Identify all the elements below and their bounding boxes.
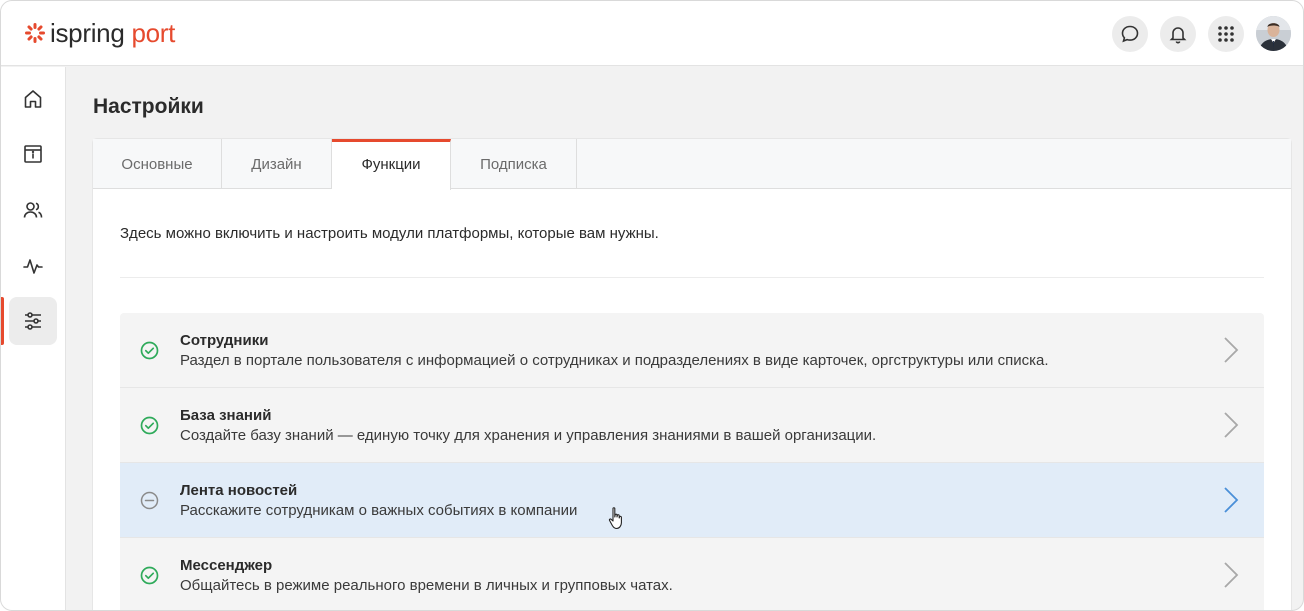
tab-label: Основные [121,155,193,173]
module-description: Раздел в портале пользователя с информац… [180,352,1049,369]
check-circle-icon [140,566,159,585]
chevron-right-icon [1224,337,1239,363]
notifications-button[interactable] [1160,16,1196,52]
ispring-flower-icon [25,23,45,43]
module-row-news-feed[interactable]: Лента новостей Расскажите сотрудникам о … [120,463,1264,538]
active-nav-indicator [1,297,4,345]
tab-features[interactable]: Функции [332,139,451,190]
apps-button[interactable] [1208,16,1244,52]
module-title: Мессенджер [180,557,273,574]
module-title: Сотрудники [180,332,269,349]
divider [120,277,1264,278]
nav-home[interactable] [9,75,57,123]
intro-text: Здесь можно включить и настроить модули … [120,225,659,242]
info-board-icon [24,145,42,163]
module-description: Расскажите сотрудникам о важных событиях… [180,502,578,519]
module-row-knowledge-base[interactable]: База знаний Создайте базу знаний — едину… [120,388,1264,463]
tab-bar: Основные Дизайн Функции Подписка [93,139,1291,190]
tab-label: Дизайн [251,155,302,173]
minus-circle-icon [140,491,159,510]
check-circle-icon [140,341,159,360]
tab-label: Функции [361,156,421,173]
tab-label: Подписка [480,155,547,173]
tab-design[interactable]: Дизайн [222,139,332,189]
app-window: ispring port Настройки Основные Дизайн Ф… [0,0,1304,611]
module-title: База знаний [180,407,272,424]
logo[interactable]: ispring port [24,18,175,48]
nav-activity[interactable] [9,242,57,290]
apps-grid-icon [1218,26,1234,42]
chevron-right-icon [1224,562,1239,588]
nav-info[interactable] [9,130,57,178]
tab-subscription[interactable]: Подписка [451,139,577,189]
logo-text-main: ispring [50,18,125,48]
hand-cursor-icon [608,507,622,530]
chevron-right-icon [1224,487,1239,513]
chat-button[interactable] [1112,16,1148,52]
nav-settings[interactable] [9,297,57,345]
settings-sliders-icon [25,312,41,330]
check-circle-icon [140,416,159,435]
home-icon [24,90,42,108]
users-icon [23,202,43,218]
user-avatar[interactable] [1256,16,1291,51]
settings-card: Основные Дизайн Функции Подписка Здесь м… [93,139,1291,610]
module-description: Создайте базу знаний — единую точку для … [180,427,877,444]
chevron-right-icon [1224,412,1239,438]
avatar-image [1256,16,1291,51]
module-row-messenger[interactable]: Мессенджер Общайтесь в режиме реального … [120,538,1264,610]
page-title: Настройки [93,95,204,118]
nav-users[interactable] [9,186,57,234]
top-bar: ispring port [1,1,1303,66]
logo-text-accent: port [131,18,176,48]
module-description: Общайтесь в режиме реального времени в л… [180,577,673,594]
module-title: Лента новостей [180,482,298,499]
tab-general[interactable]: Основные [93,139,222,189]
chat-bubble-icon [1121,25,1139,43]
logo-text: ispring port [50,18,175,48]
sidebar [1,67,66,610]
module-row-employees[interactable]: Сотрудники Раздел в портале пользователя… [120,313,1264,388]
activity-icon [23,259,43,274]
bell-icon [1169,27,1187,44]
